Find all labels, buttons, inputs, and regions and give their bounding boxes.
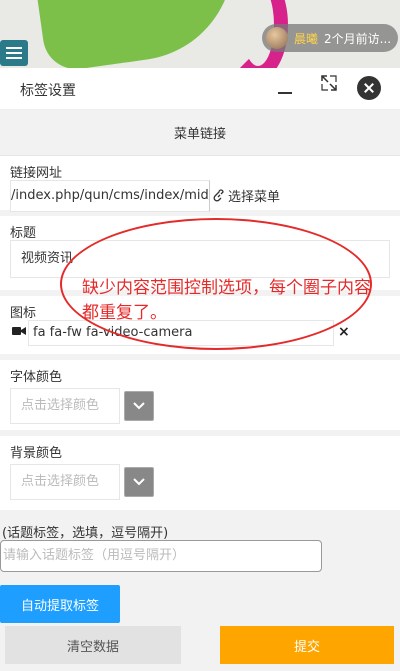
bg-color-label: 背景颜色 — [10, 446, 63, 461]
link-icon — [213, 188, 224, 201]
dialog-title: 标签设置 — [20, 83, 76, 99]
menu-grid-icon[interactable] — [0, 40, 28, 66]
recent-visitor-chip[interactable]: 晨曦 2个月前访... — [262, 24, 398, 52]
font-color-dropdown[interactable] — [124, 391, 154, 421]
bg-color-dropdown[interactable] — [124, 467, 154, 497]
select-menu-button[interactable]: 选择菜单 — [212, 186, 280, 205]
auto-extract-tags-button[interactable]: 自动提取标签 — [0, 585, 120, 623]
visitor-time: 2个月前访... — [324, 31, 392, 46]
maximize-icon[interactable] — [320, 74, 338, 92]
font-color-label: 字体颜色 — [10, 370, 63, 385]
select-menu-label: 选择菜单 — [228, 190, 281, 205]
link-label: 链接网址 — [10, 166, 63, 181]
minimize-icon[interactable] — [278, 92, 292, 94]
tags-label: (话题标签，选填，逗号隔开) — [0, 516, 400, 541]
font-color-input[interactable]: 点击选择颜色 — [10, 388, 120, 424]
close-icon[interactable] — [357, 76, 381, 100]
link-field: 链接网址 /index.php/qun/cms/index/mid/3/ 选择菜… — [0, 156, 400, 216]
bg-color-field: 背景颜色 点击选择颜色 — [0, 436, 400, 516]
chevron-down-icon — [133, 402, 145, 410]
tags-input[interactable]: 请输入话题标签（用逗号隔开） — [0, 540, 322, 572]
submit-button[interactable]: 提交 — [220, 626, 394, 664]
font-color-field: 字体颜色 点击选择颜色 — [0, 360, 400, 436]
background-page: 晨曦 2个月前访... — [0, 0, 400, 72]
tag-settings-dialog: 标签设置 菜单链接 链接网址 /index.php/qun/cms/index/… — [0, 68, 400, 671]
dialog-header: 标签设置 — [0, 68, 400, 110]
clear-icon[interactable]: × — [338, 324, 350, 340]
chevron-down-icon — [133, 478, 145, 486]
video-camera-icon — [12, 327, 26, 335]
clear-data-button[interactable]: 清空数据 — [5, 626, 181, 664]
avatar — [266, 27, 288, 49]
background-graphic-green — [34, 0, 246, 72]
section-title: 菜单链接 — [0, 110, 400, 156]
bg-color-input[interactable]: 点击选择颜色 — [10, 464, 120, 500]
annotation-text: 缺少内容范围控制选项，每个圈子内容都重复了。 — [82, 278, 371, 323]
visitor-name: 晨曦 — [294, 31, 319, 46]
link-url-input[interactable]: /index.php/qun/cms/index/mid/3/ — [10, 180, 210, 212]
